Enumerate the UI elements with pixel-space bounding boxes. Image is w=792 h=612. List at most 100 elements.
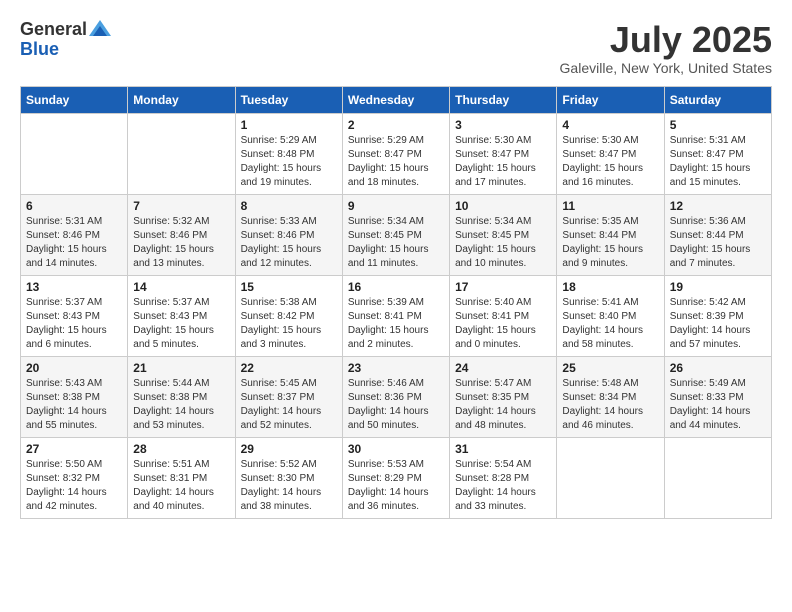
day-sun-info: Sunrise: 5:33 AMSunset: 8:46 PMDaylight:…: [241, 215, 337, 271]
calendar-cell: 16 Sunrise: 5:39 AMSunset: 8:41 PMDayligh…: [342, 275, 449, 356]
calendar-cell: 8Sunrise: 5:33 AMSunset: 8:46 PMDaylight…: [235, 194, 342, 275]
day-sun-info: Sunrise: 5:34 AMSunset: 8:45 PMDaylight:…: [348, 215, 444, 271]
calendar-cell: 1Sunrise: 5:29 AMSunset: 8:48 PMDaylight…: [235, 113, 342, 194]
day-sun-info: Sunrise: 5:31 AMSunset: 8:46 PMDaylight:…: [26, 215, 122, 271]
day-sun-info: Sunrise: 5:40 AMSunset: 8:41 PMDaylight:…: [455, 296, 551, 352]
calendar-cell: 19Sunrise: 5:42 AMSunset: 8:39 PMDayligh…: [664, 275, 771, 356]
calendar-cell: 24Sunrise: 5:47 AMSunset: 8:35 PMDayligh…: [450, 356, 557, 437]
header-thursday: Thursday: [450, 86, 557, 113]
calendar-cell: 10 Sunrise: 5:34 AMSunset: 8:45 PMDayligh…: [450, 194, 557, 275]
day-number: 3: [455, 118, 551, 132]
calendar-cell: 2 Sunrise: 5:29 AMSunset: 8:47 PMDaylight…: [342, 113, 449, 194]
calendar-cell: 7 Sunrise: 5:32 AMSunset: 8:46 PMDaylight…: [128, 194, 235, 275]
day-number: 30: [348, 442, 444, 456]
day-number: 17: [455, 280, 551, 294]
day-sun-info: Sunrise: 5:43 AMSunset: 8:38 PMDaylight:…: [26, 377, 122, 433]
day-sun-info: Sunrise: 5:49 AMSunset: 8:33 PMDaylight:…: [670, 377, 766, 433]
calendar-week-row: 20 Sunrise: 5:43 AMSunset: 8:38 PMDayligh…: [21, 356, 772, 437]
calendar-cell: 18Sunrise: 5:41 AMSunset: 8:40 PMDayligh…: [557, 275, 664, 356]
day-sun-info: Sunrise: 5:54 AMSunset: 8:28 PMDaylight:…: [455, 458, 551, 514]
calendar-cell: 22Sunrise: 5:45 AMSunset: 8:37 PMDayligh…: [235, 356, 342, 437]
day-number: 31: [455, 442, 551, 456]
calendar-cell: 11 Sunrise: 5:35 AMSunset: 8:44 PMDayligh…: [557, 194, 664, 275]
calendar-cell: 3 Sunrise: 5:30 AMSunset: 8:47 PMDaylight…: [450, 113, 557, 194]
calendar-cell: 30 Sunrise: 5:53 AMSunset: 8:29 PMDayligh…: [342, 437, 449, 518]
day-sun-info: Sunrise: 5:50 AMSunset: 8:32 PMDaylight:…: [26, 458, 122, 514]
calendar-cell: 14Sunrise: 5:37 AMSunset: 8:43 PMDayligh…: [128, 275, 235, 356]
calendar-cell: [557, 437, 664, 518]
day-number: 4: [562, 118, 658, 132]
day-number: 16: [348, 280, 444, 294]
day-sun-info: Sunrise: 5:53 AMSunset: 8:29 PMDaylight:…: [348, 458, 444, 514]
calendar-cell: 13 Sunrise: 5:37 AMSunset: 8:43 PMDayligh…: [21, 275, 128, 356]
day-sun-info: Sunrise: 5:35 AMSunset: 8:44 PMDaylight:…: [562, 215, 658, 271]
calendar-cell: 15Sunrise: 5:38 AMSunset: 8:42 PMDayligh…: [235, 275, 342, 356]
day-number: 21: [133, 361, 229, 375]
calendar-cell: 29 Sunrise: 5:52 AMSunset: 8:30 PMDayligh…: [235, 437, 342, 518]
calendar-cell: 23 Sunrise: 5:46 AMSunset: 8:36 PMDayligh…: [342, 356, 449, 437]
day-sun-info: Sunrise: 5:46 AMSunset: 8:36 PMDaylight:…: [348, 377, 444, 433]
day-sun-info: Sunrise: 5:34 AMSunset: 8:45 PMDaylight:…: [455, 215, 551, 271]
header-wednesday: Wednesday: [342, 86, 449, 113]
day-number: 12: [670, 199, 766, 213]
day-sun-info: Sunrise: 5:29 AMSunset: 8:48 PMDaylight:…: [241, 134, 337, 190]
day-number: 5: [670, 118, 766, 132]
title-block: July 2025 Galeville, New York, United St…: [560, 20, 772, 76]
day-number: 13: [26, 280, 122, 294]
day-number: 10: [455, 199, 551, 213]
calendar-cell: 5 Sunrise: 5:31 AMSunset: 8:47 PMDaylight…: [664, 113, 771, 194]
day-number: 19: [670, 280, 766, 294]
day-sun-info: Sunrise: 5:38 AMSunset: 8:42 PMDaylight:…: [241, 296, 337, 352]
day-sun-info: Sunrise: 5:52 AMSunset: 8:30 PMDaylight:…: [241, 458, 337, 514]
day-sun-info: Sunrise: 5:47 AMSunset: 8:35 PMDaylight:…: [455, 377, 551, 433]
calendar-cell: 26Sunrise: 5:49 AMSunset: 8:33 PMDayligh…: [664, 356, 771, 437]
calendar-cell: [21, 113, 128, 194]
calendar-cell: 17 Sunrise: 5:40 AMSunset: 8:41 PMDayligh…: [450, 275, 557, 356]
header-friday: Friday: [557, 86, 664, 113]
calendar-cell: 27 Sunrise: 5:50 AMSunset: 8:32 PMDayligh…: [21, 437, 128, 518]
calendar-cell: [664, 437, 771, 518]
calendar-table: SundayMondayTuesdayWednesdayThursdayFrid…: [20, 86, 772, 519]
day-sun-info: Sunrise: 5:41 AMSunset: 8:40 PMDaylight:…: [562, 296, 658, 352]
day-number: 28: [133, 442, 229, 456]
day-number: 23: [348, 361, 444, 375]
header-tuesday: Tuesday: [235, 86, 342, 113]
calendar-week-row: 1Sunrise: 5:29 AMSunset: 8:48 PMDaylight…: [21, 113, 772, 194]
month-year-title: July 2025: [560, 20, 772, 60]
day-number: 6: [26, 199, 122, 213]
calendar-cell: 21Sunrise: 5:44 AMSunset: 8:38 PMDayligh…: [128, 356, 235, 437]
day-sun-info: Sunrise: 5:30 AMSunset: 8:47 PMDaylight:…: [562, 134, 658, 190]
day-number: 11: [562, 199, 658, 213]
page-header: General Blue July 2025 Galeville, New Yo…: [20, 20, 772, 76]
header-sunday: Sunday: [21, 86, 128, 113]
calendar-cell: 20 Sunrise: 5:43 AMSunset: 8:38 PMDayligh…: [21, 356, 128, 437]
day-sun-info: Sunrise: 5:31 AMSunset: 8:47 PMDaylight:…: [670, 134, 766, 190]
day-sun-info: Sunrise: 5:36 AMSunset: 8:44 PMDaylight:…: [670, 215, 766, 271]
calendar-cell: 28 Sunrise: 5:51 AMSunset: 8:31 PMDayligh…: [128, 437, 235, 518]
logo-general: General: [20, 20, 87, 40]
day-sun-info: Sunrise: 5:39 AMSunset: 8:41 PMDaylight:…: [348, 296, 444, 352]
day-number: 2: [348, 118, 444, 132]
day-number: 7: [133, 199, 229, 213]
day-number: 22: [241, 361, 337, 375]
header-saturday: Saturday: [664, 86, 771, 113]
day-sun-info: Sunrise: 5:51 AMSunset: 8:31 PMDaylight:…: [133, 458, 229, 514]
logo: General Blue: [20, 20, 111, 60]
day-sun-info: Sunrise: 5:30 AMSunset: 8:47 PMDaylight:…: [455, 134, 551, 190]
calendar-cell: 6 Sunrise: 5:31 AMSunset: 8:46 PMDaylight…: [21, 194, 128, 275]
calendar-cell: 4 Sunrise: 5:30 AMSunset: 8:47 PMDaylight…: [557, 113, 664, 194]
day-sun-info: Sunrise: 5:32 AMSunset: 8:46 PMDaylight:…: [133, 215, 229, 271]
day-number: 20: [26, 361, 122, 375]
header-monday: Monday: [128, 86, 235, 113]
day-sun-info: Sunrise: 5:29 AMSunset: 8:47 PMDaylight:…: [348, 134, 444, 190]
day-number: 29: [241, 442, 337, 456]
calendar-cell: 25Sunrise: 5:48 AMSunset: 8:34 PMDayligh…: [557, 356, 664, 437]
calendar-week-row: 13 Sunrise: 5:37 AMSunset: 8:43 PMDayligh…: [21, 275, 772, 356]
day-sun-info: Sunrise: 5:37 AMSunset: 8:43 PMDaylight:…: [26, 296, 122, 352]
calendar-cell: 12 Sunrise: 5:36 AMSunset: 8:44 PMDayligh…: [664, 194, 771, 275]
calendar-cell: 9 Sunrise: 5:34 AMSunset: 8:45 PMDaylight…: [342, 194, 449, 275]
calendar-header-row: SundayMondayTuesdayWednesdayThursdayFrid…: [21, 86, 772, 113]
day-number: 27: [26, 442, 122, 456]
day-number: 9: [348, 199, 444, 213]
calendar-week-row: 6 Sunrise: 5:31 AMSunset: 8:46 PMDaylight…: [21, 194, 772, 275]
